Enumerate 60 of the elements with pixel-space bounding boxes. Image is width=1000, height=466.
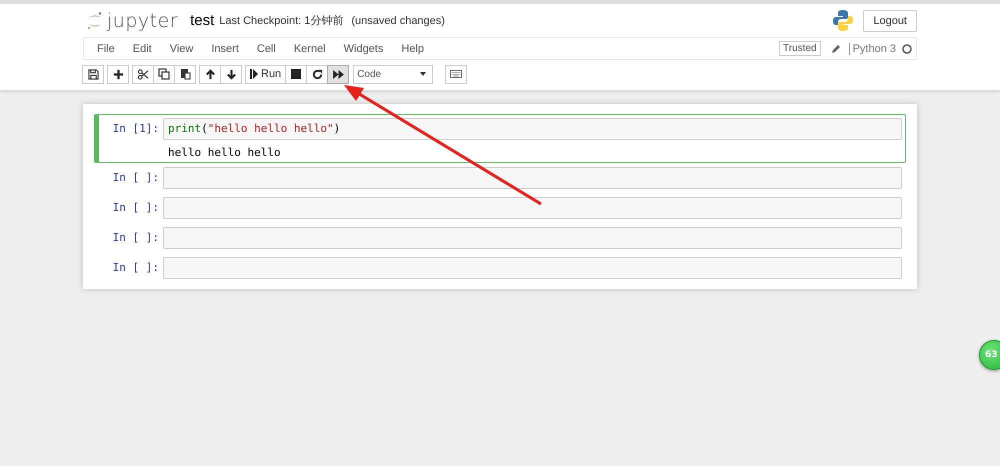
move-up-button[interactable]: [199, 64, 221, 84]
logo-text: jupyter: [107, 10, 178, 32]
cell-type-dropdown[interactable]: Code: [353, 64, 434, 84]
menu-item[interactable]: Cell: [248, 42, 285, 54]
menu-item[interactable]: Edit: [124, 42, 161, 54]
checkpoint-text: Last Checkpoint: 1分钟前: [219, 14, 344, 28]
keyboard-shortcuts-button[interactable]: [445, 64, 468, 84]
down-arrow-icon: [226, 68, 236, 80]
paste-button[interactable]: [174, 64, 196, 84]
stop-icon: [291, 69, 302, 79]
autosave-status: (unsaved changes): [351, 14, 445, 26]
move-down-button[interactable]: [220, 64, 242, 84]
save-button[interactable]: [82, 64, 104, 84]
input-prompt: In [ ]:: [112, 260, 160, 276]
code-cell[interactable]: In [ ]:: [94, 193, 906, 223]
plus-icon: [112, 68, 124, 80]
run-all-button[interactable]: [327, 64, 350, 84]
interrupt-button[interactable]: [285, 64, 308, 84]
input-prompt: In [1]:: [112, 121, 160, 137]
menu-item[interactable]: Kernel: [284, 42, 335, 54]
pencil-icon[interactable]: [830, 44, 841, 54]
copy-button[interactable]: [153, 64, 175, 84]
input-prompt: In [ ]:: [112, 200, 160, 216]
clipboard-icon: [180, 68, 190, 80]
menu-item[interactable]: Insert: [202, 42, 248, 54]
scissors-icon: [137, 68, 149, 80]
code-input[interactable]: print("hello hello hello"): [163, 118, 902, 140]
fast-forward-icon: [332, 70, 344, 78]
up-arrow-icon: [204, 68, 216, 80]
code-input[interactable]: [163, 257, 902, 279]
cell-output: hello hello hello: [167, 145, 282, 159]
code-input[interactable]: [163, 227, 902, 249]
run-button[interactable]: Run: [245, 64, 286, 84]
restart-button[interactable]: [306, 64, 328, 84]
caret-icon: [420, 72, 426, 76]
logout-button[interactable]: Logout: [863, 10, 917, 32]
save-icon: [88, 68, 98, 80]
menu-item[interactable]: Help: [392, 42, 433, 54]
jupyter-logo-icon: [87, 10, 103, 30]
code-input[interactable]: [163, 197, 902, 219]
code-cell[interactable]: In [ ]:: [94, 253, 906, 283]
python-logo-icon: [833, 10, 854, 31]
keyboard-icon: [450, 70, 462, 78]
step-play-icon: [250, 69, 258, 79]
code-input[interactable]: [163, 167, 902, 189]
input-prompt: In [ ]:: [112, 230, 160, 246]
code-cell[interactable]: In [ ]:: [94, 163, 906, 193]
trusted-indicator[interactable]: Trusted: [779, 41, 821, 56]
restart-icon: [312, 68, 323, 80]
menu-item[interactable]: Widgets: [334, 42, 392, 54]
notebook-name[interactable]: test: [190, 12, 214, 29]
code-cell[interactable]: In [1]: print("hello hello hello") hello hello hello: [94, 114, 906, 163]
menu-item[interactable]: View: [160, 42, 202, 54]
code-cell[interactable]: In [ ]:: [94, 223, 906, 253]
copy-icon: [158, 68, 170, 80]
input-prompt: In [ ]:: [112, 170, 160, 186]
cut-button[interactable]: [132, 64, 154, 84]
kernel-name: Python 3: [848, 42, 896, 54]
insert-cell-button[interactable]: [107, 64, 129, 84]
menu-item[interactable]: File: [88, 42, 124, 54]
